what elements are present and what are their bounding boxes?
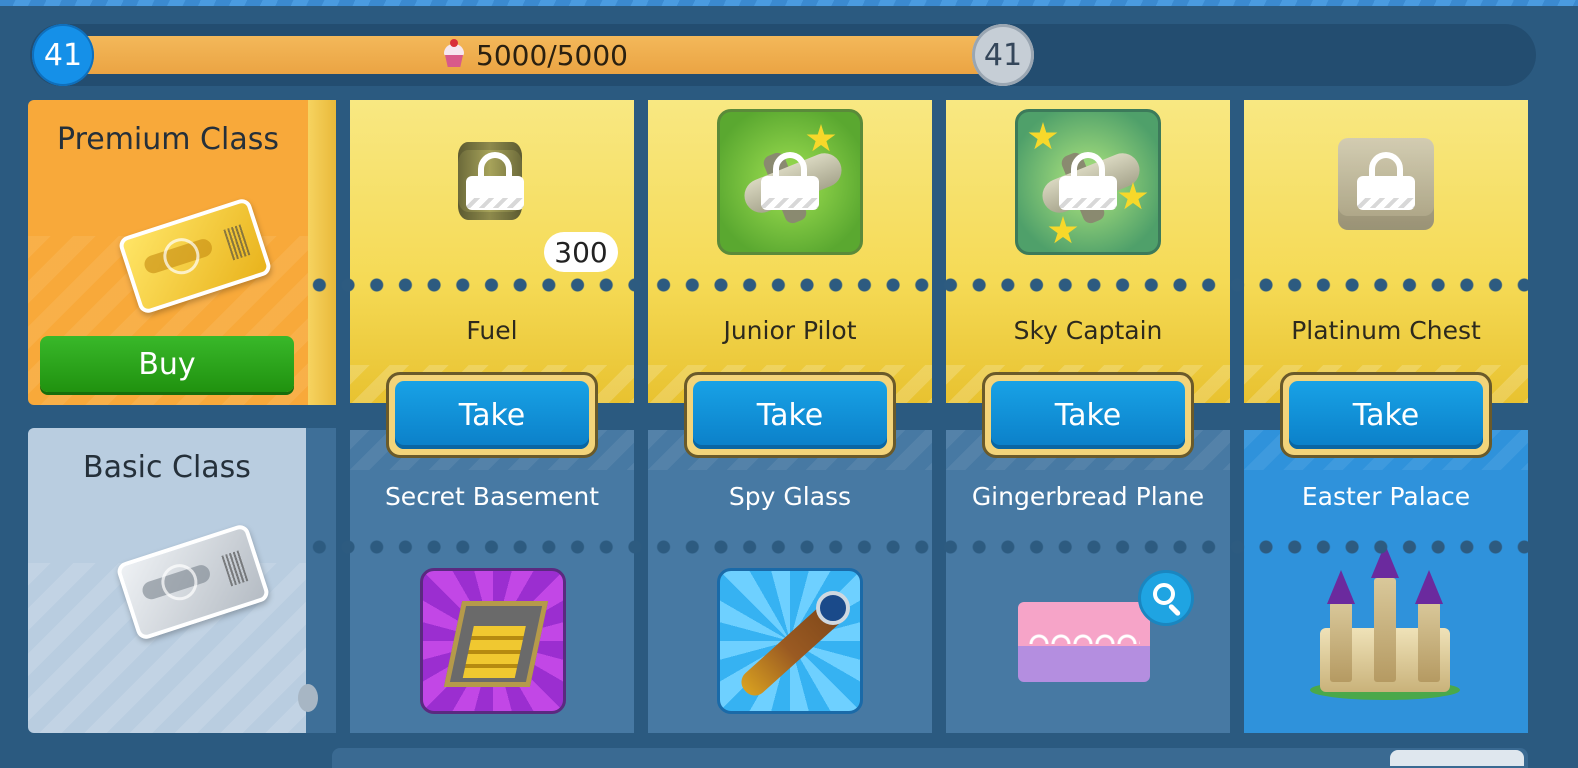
magnifier-icon	[1153, 583, 1175, 605]
take-button[interactable]: Take	[1280, 372, 1492, 458]
next-level-badge: 41	[972, 24, 1034, 86]
reward-count-badge: 300	[544, 232, 618, 272]
buy-button[interactable]: Buy	[40, 336, 294, 392]
premium-row-edge	[308, 100, 336, 405]
basic-reward-name: Easter Palace	[1301, 482, 1471, 511]
bottom-bar	[332, 748, 1528, 768]
basic-reward-name: Gingerbread Plane	[971, 482, 1205, 511]
basic-reward-name: Secret Basement	[384, 482, 600, 511]
magnifier-button[interactable]	[1138, 570, 1194, 626]
lock-icon	[1357, 152, 1415, 210]
take-button-label: Take	[1289, 381, 1483, 449]
premium-reward-name: Junior Pilot	[723, 316, 857, 345]
star-icon	[1028, 122, 1058, 150]
take-button[interactable]: Take	[684, 372, 896, 458]
easter-palace-icon	[1310, 542, 1460, 702]
basic-reward-cell[interactable]: Spy Glass	[648, 430, 932, 733]
premium-class-panel: Premium Class Buy	[28, 100, 308, 405]
gingerbread-plane-skin-icon	[1018, 602, 1150, 682]
premium-reward-name: Fuel	[466, 316, 518, 345]
current-level-badge: 41	[32, 24, 94, 86]
take-button-label: Take	[693, 381, 887, 449]
basic-reward-cell[interactable]: Gingerbread Plane	[946, 430, 1230, 733]
take-button[interactable]: Take	[982, 372, 1194, 458]
lock-icon	[761, 152, 819, 210]
spy-glass-icon	[717, 568, 863, 714]
progress-bar: 5000/5000	[60, 36, 1010, 74]
progress-readout: 5000/5000	[60, 36, 1010, 74]
lock-icon	[1059, 152, 1117, 210]
basic-reward-cell[interactable]: Easter Palace	[1244, 430, 1528, 733]
basic-class-title: Basic Class	[83, 450, 251, 485]
take-button-label: Take	[395, 381, 589, 449]
reward-column-2: Junior Pilot Take Spy Glass	[648, 100, 932, 733]
premium-reward-name: Sky Captain	[1013, 316, 1163, 345]
star-icon	[1048, 216, 1078, 244]
scroll-handle[interactable]	[298, 684, 318, 712]
basic-reward-cell[interactable]: Secret Basement	[350, 430, 634, 733]
reward-column-3: Sky Captain Take Gingerbread Plane	[946, 100, 1230, 733]
basic-reward-name: Spy Glass	[728, 482, 852, 511]
basic-class-panel: Basic Class	[28, 428, 306, 733]
premium-reward-cell[interactable]: Junior Pilot	[648, 100, 932, 403]
premium-reward-cell[interactable]: 300 Fuel	[350, 100, 634, 403]
premium-reward-cell[interactable]: Sky Captain	[946, 100, 1230, 403]
lock-icon	[466, 152, 524, 210]
progress-value: 5000/5000	[476, 38, 628, 72]
cupcake-icon	[442, 39, 466, 68]
basic-dotted-divider	[305, 539, 1530, 555]
premium-dotted-divider	[305, 277, 1530, 293]
take-button-label: Take	[991, 381, 1185, 449]
reward-column-4: Platinum Chest Take Easter Palace	[1244, 100, 1528, 733]
bottom-tab[interactable]	[1390, 750, 1524, 766]
secret-basement-icon	[420, 568, 566, 714]
premium-class-title: Premium Class	[57, 122, 279, 157]
premium-reward-name: Platinum Chest	[1291, 316, 1481, 345]
premium-reward-cell[interactable]: Platinum Chest	[1244, 100, 1528, 403]
reward-column-1: 300 Fuel Take Secret Basement	[350, 100, 634, 733]
star-icon	[806, 124, 836, 152]
take-button[interactable]: Take	[386, 372, 598, 458]
top-decoration	[0, 0, 1578, 6]
